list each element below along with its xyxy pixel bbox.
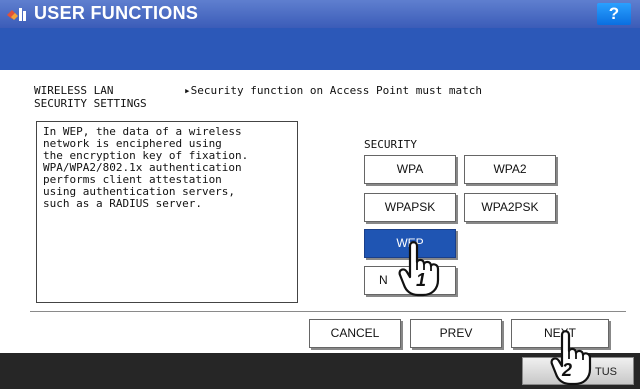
prev-button[interactable]: PREV xyxy=(410,319,502,348)
security-option-wpapsk[interactable]: WPAPSK xyxy=(364,193,456,222)
security-label: SECURITY xyxy=(364,138,417,151)
header-band xyxy=(0,28,640,70)
security-option-wpa2[interactable]: WPA2 xyxy=(464,155,556,184)
description-box: In WEP, the data of a wireless network i… xyxy=(36,121,298,303)
page-title: USER FUNCTIONS xyxy=(34,3,199,23)
cancel-button[interactable]: CANCEL xyxy=(309,319,401,348)
divider xyxy=(30,311,626,312)
security-option-wpa[interactable]: WPA xyxy=(364,155,456,184)
section-heading-line2: SECURITY SETTINGS xyxy=(34,97,147,110)
user-functions-icon xyxy=(7,8,26,21)
security-option-wpa2psk[interactable]: WPA2PSK xyxy=(464,193,556,222)
step-1-label: 1 xyxy=(416,270,427,290)
step-2-label: 2 xyxy=(562,360,573,380)
security-notice: ▸Security function on Access Point must … xyxy=(184,84,483,97)
section-heading-line1: WIRELESS LAN xyxy=(34,84,114,97)
help-button[interactable]: ? xyxy=(597,3,631,25)
section-heading: WIRELESS LAN SECURITY SETTINGS xyxy=(34,84,147,110)
title-bar: USER FUNCTIONS ? xyxy=(0,0,640,28)
tap-hand-icon xyxy=(550,330,592,386)
